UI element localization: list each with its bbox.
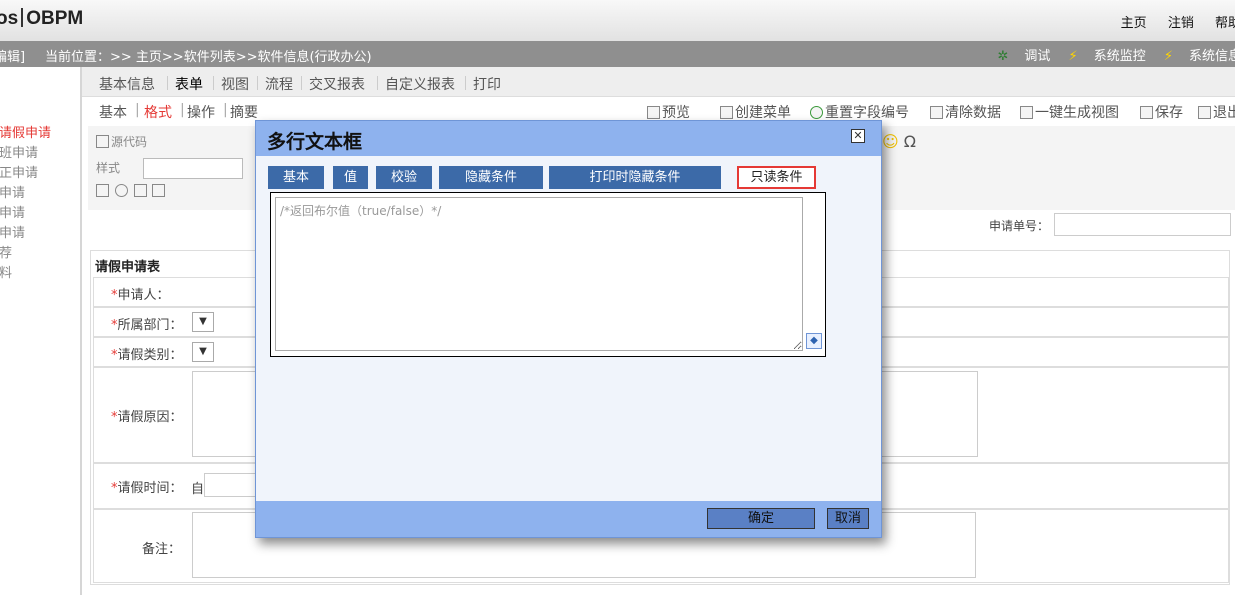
lightning-icon: ⚡	[1068, 49, 1078, 64]
dialog-tab-print-hide-condition[interactable]: 打印时隐藏条件	[549, 166, 721, 189]
dialog-tab-hide-condition[interactable]: 隐藏条件	[439, 166, 543, 189]
preview-icon	[647, 106, 660, 119]
from-label: 自	[191, 482, 205, 497]
form-title: 请假申请表	[95, 260, 161, 275]
textfield-icon[interactable]	[133, 184, 147, 197]
document-icon	[720, 106, 733, 119]
subtab-summary[interactable]: 摘要	[230, 102, 258, 122]
field-label-leave-time: *请假时间：	[111, 481, 183, 496]
generate-view-button[interactable]: 一键生成视图	[1020, 102, 1119, 122]
subtab-format[interactable]: 格式	[144, 102, 172, 122]
edit-icon	[1020, 106, 1033, 119]
radio-icon[interactable]	[114, 184, 128, 197]
dialog-content: /*返回布尔值（true/false）*/ ◆	[270, 192, 826, 357]
tab-cross-report[interactable]: 交叉报表	[309, 74, 365, 94]
sidebar-item[interactable]: 资料	[0, 262, 12, 281]
exit-button[interactable]: 退出	[1198, 102, 1235, 122]
form-control-icons	[96, 184, 167, 204]
tab-flow[interactable]: 流程	[265, 74, 293, 94]
field-label-leave-type: *请假类别：	[111, 348, 183, 363]
sidebar-item[interactable]: 转正申请	[0, 162, 38, 181]
preview-button[interactable]: 预览	[647, 102, 690, 122]
help-link[interactable]: 帮助	[1215, 16, 1235, 31]
style-label: 样式	[96, 161, 121, 175]
breadcrumb: 当前位置：>> 主页>>软件列表>>软件信息(行政办公)	[45, 50, 372, 65]
dialog-tab-value[interactable]: 值	[333, 166, 368, 189]
ok-button[interactable]: 确定	[707, 508, 815, 529]
dialog-tab-basic[interactable]: 基本	[268, 166, 324, 189]
tab-custom-report[interactable]: 自定义报表	[385, 74, 455, 94]
dialog-title: 多行文本框	[267, 131, 363, 153]
reset-field-number-button[interactable]: 重置字段编号	[810, 102, 909, 122]
subtab-basic[interactable]: 基本	[99, 102, 127, 122]
monitor-button[interactable]: ⚡ 系统监控	[1069, 49, 1146, 64]
main-tabs: 基本信息 表单 视图 流程 交叉报表 自定义报表 打印	[82, 67, 1235, 97]
sidebar-item[interactable]: 汇请假申请	[0, 122, 51, 141]
debug-button[interactable]: ✲ 调试	[997, 49, 1050, 64]
field-label-applicant: *申请人：	[111, 288, 170, 303]
refresh-icon	[810, 106, 823, 119]
sidebar-item[interactable]: 推荐	[0, 242, 12, 261]
tab-print[interactable]: 打印	[473, 74, 501, 94]
readonly-condition-textarea[interactable]: /*返回布尔值（true/false）*/	[275, 197, 803, 351]
exit-icon	[1198, 106, 1211, 119]
dialog-tab-readonly-condition[interactable]: 只读条件	[737, 166, 816, 189]
create-menu-button[interactable]: 创建菜单	[720, 102, 791, 122]
save-button[interactable]: 保存	[1140, 102, 1183, 122]
cancel-button[interactable]: 取消	[827, 508, 869, 529]
checkbox-icon[interactable]	[96, 184, 109, 197]
request-number-input[interactable]	[1054, 213, 1231, 236]
logout-link[interactable]: 注销	[1168, 16, 1194, 31]
tab-basic-info[interactable]: 基本信息	[99, 74, 155, 94]
format-toolbar-right: ☺ Ω	[882, 132, 916, 151]
dialog-tab-validation[interactable]: 校验	[376, 166, 432, 189]
tab-form[interactable]: 表单	[175, 74, 203, 94]
lightning-icon: ⚡	[1163, 49, 1173, 64]
sidebar: 汇请假申请 加班申请 转正申请 职申请 购申请 用申请 推荐 资料 待 理 理 …	[0, 67, 82, 595]
top-header: os OBPM 主页 注销 帮助	[0, 0, 1235, 41]
top-links: 主页 注销 帮助	[1104, 12, 1235, 31]
textarea-icon[interactable]	[152, 184, 166, 197]
source-button[interactable]: 源代码	[96, 133, 147, 153]
close-icon[interactable]: ✕	[851, 129, 865, 143]
style-select[interactable]	[143, 158, 243, 179]
bug-icon: ✲	[997, 49, 1009, 64]
source-icon	[96, 135, 109, 148]
multiline-textbox-dialog: 多行文本框 ✕ 基本 值 校验 隐藏条件 打印时隐藏条件 只读条件 /*返回布尔…	[255, 120, 882, 538]
dialog-titlebar: 多行文本框 ✕	[256, 121, 881, 156]
sidebar-item[interactable]: 职申请	[0, 182, 25, 201]
home-link[interactable]: 主页	[1121, 16, 1147, 31]
field-label-remark: 备注：	[142, 542, 182, 557]
dialog-footer: 确定 取消	[256, 501, 881, 537]
sidebar-item[interactable]: 购申请	[0, 202, 25, 221]
field-label-reason: *请假原因：	[111, 410, 183, 425]
sidebar-item[interactable]: 用申请	[0, 222, 25, 241]
sidebar-item[interactable]: 加班申请	[0, 142, 38, 161]
request-number-label: 申请单号：	[989, 219, 1050, 233]
location-bar: 编辑] 当前位置：>> 主页>>软件列表>>软件信息(行政办公) ✲ 调试 ⚡ 系统…	[0, 41, 1235, 67]
logo: os OBPM	[0, 8, 84, 29]
omega-icon[interactable]: Ω	[904, 132, 916, 151]
system-info-button[interactable]: ⚡ 系统信息	[1164, 49, 1235, 64]
save-icon	[1140, 106, 1153, 119]
script-editor-icon[interactable]: ◆	[806, 333, 822, 349]
department-select[interactable]: ▼	[192, 312, 214, 332]
smiley-icon[interactable]: ☺	[882, 132, 899, 151]
subtab-operation[interactable]: 操作	[187, 102, 215, 122]
trash-icon	[930, 106, 943, 119]
field-label-department: *所属部门：	[111, 318, 183, 333]
edit-label[interactable]: 编辑]	[0, 46, 25, 65]
leave-type-select[interactable]: ▼	[192, 342, 214, 362]
clear-data-button[interactable]: 清除数据	[930, 102, 1001, 122]
tab-view[interactable]: 视图	[221, 74, 249, 94]
